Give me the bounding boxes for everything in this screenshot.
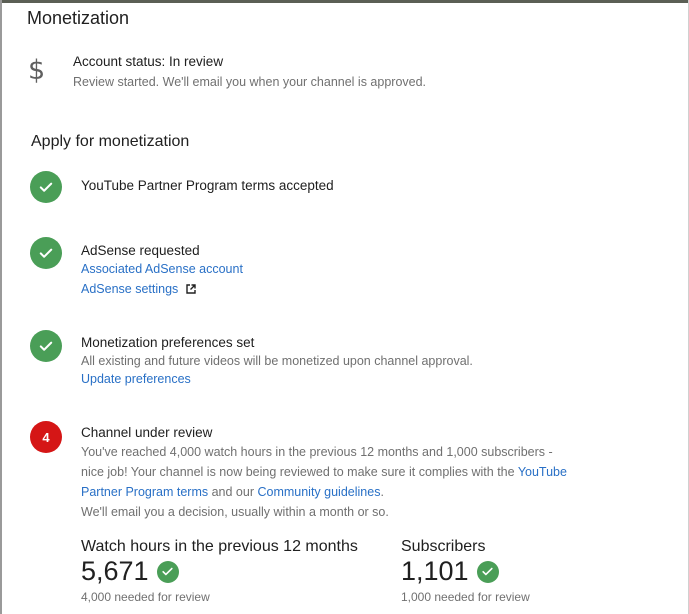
- left-border: [0, 0, 2, 614]
- associated-adsense-link[interactable]: Associated AdSense account: [81, 262, 243, 276]
- watch-hours-number: 5,671: [81, 556, 149, 586]
- top-border: [0, 0, 689, 3]
- watch-hours-value: 5,671: [81, 556, 179, 587]
- step-number-badge: 4: [30, 421, 62, 453]
- step-preferences-description: All existing and future videos will be m…: [81, 354, 473, 368]
- adsense-settings-link[interactable]: AdSense settings: [81, 282, 196, 296]
- review-description-and: and our: [208, 485, 258, 499]
- page-title: Monetization: [27, 8, 130, 28]
- subscribers-number: 1,101: [401, 556, 469, 586]
- community-guidelines-link[interactable]: Community guidelines: [257, 485, 380, 499]
- step-review-title: Channel under review: [81, 425, 213, 440]
- check-icon: [30, 330, 62, 362]
- watch-hours-label: Watch hours in the previous 12 months: [81, 538, 358, 555]
- step-preferences-title: Monetization preferences set: [81, 335, 255, 350]
- apply-section-title: Apply for monetization: [31, 133, 190, 150]
- review-decision-text: We'll email you a decision, usually with…: [81, 505, 389, 519]
- step-terms-title: YouTube Partner Program terms accepted: [81, 178, 334, 193]
- check-icon: [476, 560, 499, 583]
- subscribers-value: 1,101: [401, 556, 499, 587]
- adsense-settings-label[interactable]: AdSense settings: [81, 282, 178, 296]
- step-adsense-title: AdSense requested: [81, 243, 200, 258]
- watch-hours-note: 4,000 needed for review: [81, 590, 210, 604]
- external-link-icon: [186, 284, 196, 294]
- subscribers-label: Subscribers: [401, 538, 486, 555]
- check-icon: [156, 560, 179, 583]
- subscribers-note: 1,000 needed for review: [401, 590, 530, 604]
- review-description-period: .: [380, 485, 384, 499]
- update-preferences-link[interactable]: Update preferences: [81, 372, 191, 386]
- dollar-icon: $: [28, 55, 46, 86]
- account-status-title: Account status: In review: [73, 54, 224, 69]
- step-review-description: You've reached 4,000 watch hours in the …: [81, 442, 571, 522]
- check-icon: [30, 171, 62, 203]
- account-status-subtitle: Review started. We'll email you when you…: [73, 75, 427, 89]
- review-description-text: You've reached 4,000 watch hours in the …: [81, 445, 553, 479]
- check-icon: [30, 237, 62, 269]
